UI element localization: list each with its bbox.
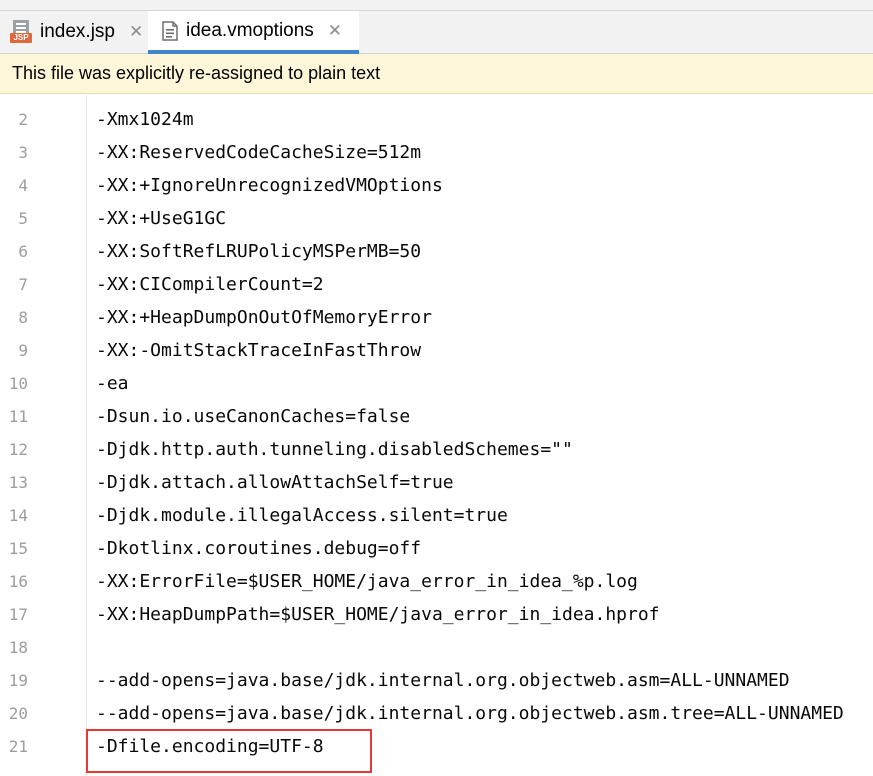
editor-line: 15 -Dkotlinx.coroutines.debug=off: [0, 532, 873, 565]
close-icon[interactable]: ✕: [328, 21, 342, 41]
line-number: 11: [8, 407, 28, 426]
line-text[interactable]: -XX:+UseG1GC: [96, 202, 226, 235]
line-number: 21: [8, 737, 28, 756]
line-text[interactable]: -XX:ErrorFile=$USER_HOME/java_error_in_i…: [96, 565, 638, 598]
code-editor[interactable]: 2 -Xmx1024m 3 -XX:ReservedCodeCacheSize=51…: [0, 95, 873, 776]
line-number: 16: [8, 572, 28, 591]
line-text[interactable]: -ea: [96, 367, 129, 400]
editor-line: 14 -Djdk.module.illegalAccess.silent=true: [0, 499, 873, 532]
editor-line: 21 -Dfile.encoding=UTF-8: [0, 730, 873, 763]
line-text[interactable]: -Djdk.module.illegalAccess.silent=true: [96, 499, 508, 532]
editor-line: 6 -XX:SoftRefLRUPolicyMSPerMB=50: [0, 235, 873, 268]
editor-tab-bar: JSP index.jsp ✕ idea.vmoptions ✕: [0, 11, 873, 54]
line-number: 5: [18, 209, 28, 228]
jsp-badge: JSP: [10, 33, 32, 43]
editor-line: 9 -XX:-OmitStackTraceInFastThrow: [0, 334, 873, 367]
line-text[interactable]: -XX:HeapDumpPath=$USER_HOME/java_error_i…: [96, 598, 660, 631]
line-number: 15: [8, 539, 28, 558]
line-text[interactable]: -Dsun.io.useCanonCaches=false: [96, 400, 410, 433]
line-text[interactable]: --add-opens=java.base/jdk.internal.org.o…: [96, 664, 790, 697]
close-icon[interactable]: ✕: [129, 22, 143, 42]
line-number: 9: [18, 341, 28, 360]
tab-idea-vmoptions[interactable]: idea.vmoptions ✕: [148, 11, 359, 54]
line-text[interactable]: -XX:+HeapDumpOnOutOfMemoryError: [96, 301, 432, 334]
text-file-icon: [162, 20, 178, 41]
line-text[interactable]: -Dfile.encoding=UTF-8: [96, 730, 324, 763]
editor-line: 12 -Djdk.http.auth.tunneling.disabledSche…: [0, 433, 873, 466]
line-text[interactable]: --add-opens=java.base/jdk.internal.org.o…: [96, 697, 844, 730]
line-text[interactable]: -Djdk.attach.allowAttachSelf=true: [96, 466, 454, 499]
line-number: 10: [8, 374, 28, 393]
line-text[interactable]: -XX:CICompilerCount=2: [96, 268, 324, 301]
line-number: 19: [8, 671, 28, 690]
line-number: 2: [18, 110, 28, 129]
line-text[interactable]: -Dkotlinx.coroutines.debug=off: [96, 532, 421, 565]
editor-line: 10 -ea: [0, 367, 873, 400]
editor-line: 18: [0, 631, 873, 664]
line-number: 17: [8, 605, 28, 624]
line-text[interactable]: -Xmx1024m: [96, 103, 194, 136]
plain-text-notice-banner: This file was explicitly re-assigned to …: [0, 54, 873, 94]
line-text[interactable]: -XX:ReservedCodeCacheSize=512m: [96, 136, 421, 169]
tab-label: idea.vmoptions: [186, 19, 314, 41]
line-text[interactable]: -XX:SoftRefLRUPolicyMSPerMB=50: [96, 235, 421, 268]
tab-label: index.jsp: [40, 21, 115, 42]
editor-line: 7 -XX:CICompilerCount=2: [0, 268, 873, 301]
editor-line: 13 -Djdk.attach.allowAttachSelf=true: [0, 466, 873, 499]
line-number: 18: [8, 638, 28, 657]
line-text[interactable]: -XX:+IgnoreUnrecognizedVMOptions: [96, 169, 443, 202]
editor-line: 16 -XX:ErrorFile=$USER_HOME/java_error_in…: [0, 565, 873, 598]
line-number: 8: [18, 308, 28, 327]
line-number: 14: [8, 506, 28, 525]
line-text[interactable]: -Djdk.http.auth.tunneling.disabledScheme…: [96, 433, 573, 466]
line-text[interactable]: -XX:-OmitStackTraceInFastThrow: [96, 334, 421, 367]
editor-line: 8 -XX:+HeapDumpOnOutOfMemoryError: [0, 301, 873, 334]
editor-line: 20 --add-opens=java.base/jdk.internal.org…: [0, 697, 873, 730]
line-number: 13: [8, 473, 28, 492]
notice-text: This file was explicitly re-assigned to …: [12, 63, 381, 83]
window-top-strip: [0, 0, 873, 11]
line-number: 7: [18, 275, 28, 294]
line-number: 3: [18, 143, 28, 162]
editor-line: 5 -XX:+UseG1GC: [0, 202, 873, 235]
line-number: 20: [8, 704, 28, 723]
editor-line: 17 -XX:HeapDumpPath=$USER_HOME/java_error…: [0, 598, 873, 631]
editor-line: 19 --add-opens=java.base/jdk.internal.org…: [0, 664, 873, 697]
editor-line: 3 -XX:ReservedCodeCacheSize=512m: [0, 136, 873, 169]
jsp-file-icon: JSP: [10, 20, 32, 44]
tab-index-jsp[interactable]: JSP index.jsp ✕: [0, 11, 147, 53]
line-number: 4: [18, 176, 28, 195]
editor-line: 11 -Dsun.io.useCanonCaches=false: [0, 400, 873, 433]
editor-line: 2 -Xmx1024m: [0, 103, 873, 136]
editor-line: 4 -XX:+IgnoreUnrecognizedVMOptions: [0, 169, 873, 202]
line-number: 12: [8, 440, 28, 459]
line-number: 6: [18, 242, 28, 261]
